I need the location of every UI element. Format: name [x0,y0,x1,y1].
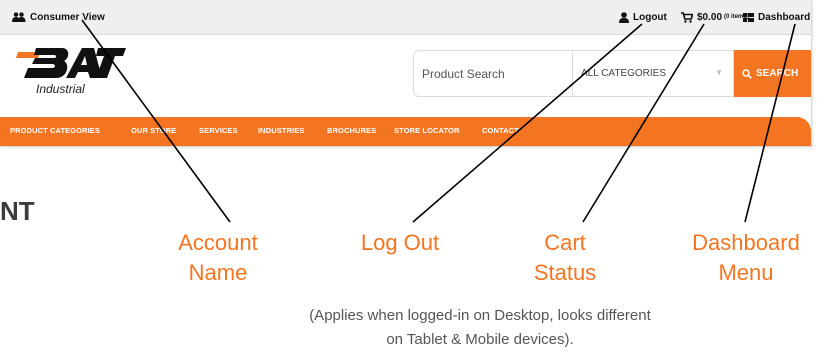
annotation-log-out: Log Out [360,230,440,255]
nav-item-store-locator[interactable]: STORE LOCATOR [394,126,459,135]
category-select-value: ALL CATEGORIES [581,68,667,79]
user-icon [619,11,629,23]
grid-icon [743,12,754,22]
search-icon [742,68,752,79]
nav-item-contact[interactable]: CONTACT [482,126,519,135]
cart-status-link[interactable]: $0.00 (0 items) [681,10,749,24]
product-search-input[interactable] [422,67,562,81]
page-heading-fragment: NT [0,196,35,226]
nav-item-brochures[interactable]: BROCHURES [327,126,376,135]
annotation-account-name: Account Name [178,230,258,285]
utility-bar: Consumer View Logout $0.00 (0 items) Das… [0,0,811,35]
select-caret-icon: ▼ [715,68,723,77]
nav-item-our-store[interactable]: OUR STORE [131,126,176,135]
nav-item-industries[interactable]: INDUSTRIES [258,126,304,135]
dashboard-text: Dashboard [758,11,811,23]
search-box [413,50,572,97]
account-name-text: Consumer View [30,11,105,23]
users-icon [12,12,26,22]
shopping-cart-icon [681,11,693,23]
logout-text: Logout [633,11,667,23]
dashboard-menu[interactable]: Dashboard [743,10,811,24]
website-screenshot: Consumer View Logout $0.00 (0 items) Das… [0,0,812,147]
main-navigation: PRODUCT CATEGORIES OUR STORE SERVICES IN… [0,117,811,146]
nav-item-services[interactable]: SERVICES [199,126,238,135]
logout-link[interactable]: Logout [619,10,667,24]
annotation-dashboard-menu: Dashboard Menu [692,230,800,285]
search-button[interactable]: SEARCH [734,50,811,97]
cart-amount: $0.00 [697,11,723,23]
logo-subtitle: Industrial [36,82,85,96]
category-select[interactable]: ALL CATEGORIES ▼ [572,50,734,97]
usage-note: (Applies when logged-in on Desktop, look… [309,307,651,348]
nav-item-product-categories[interactable]: PRODUCT CATEGORIES [10,126,100,135]
search-button-label: SEARCH [756,68,799,79]
account-name-link[interactable]: Consumer View [12,10,105,24]
annotation-cart-status: Cart Status [533,230,597,285]
